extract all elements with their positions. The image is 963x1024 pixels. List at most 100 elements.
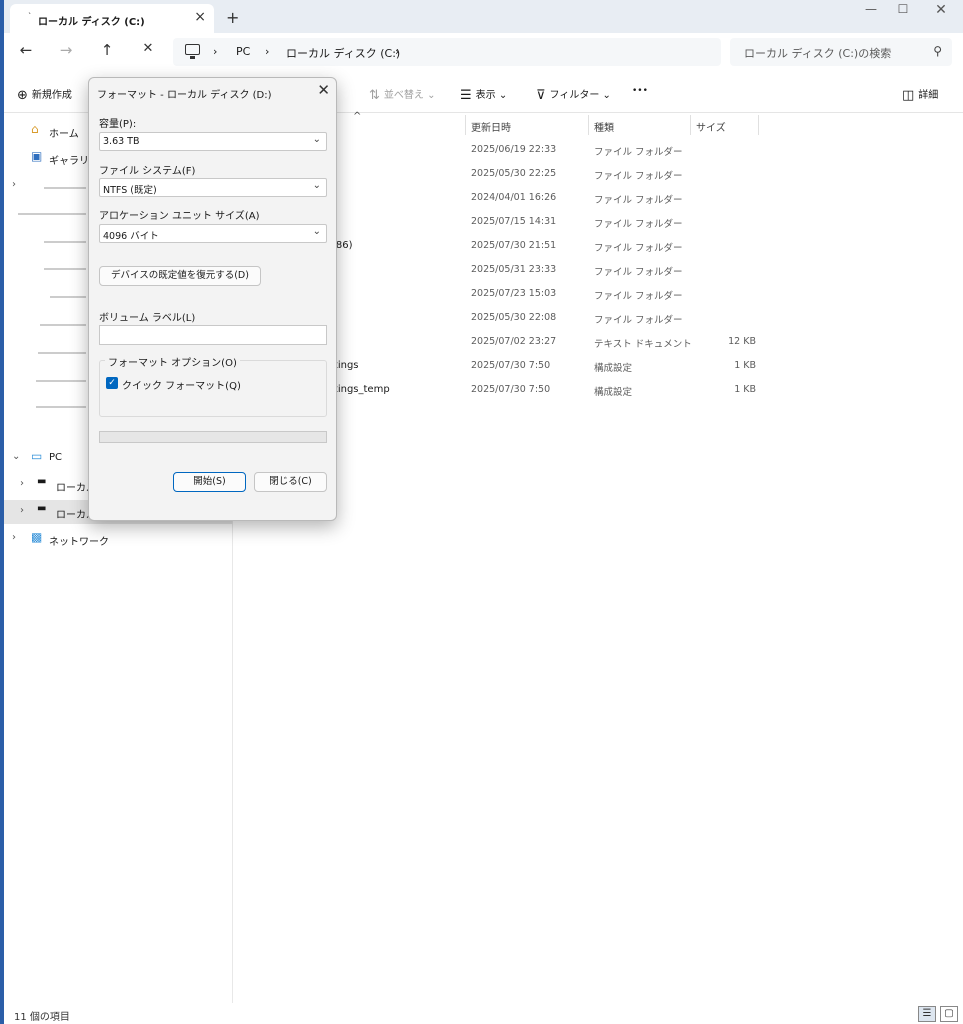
chevron-down-icon: ⌄	[312, 226, 321, 237]
chevron-down-icon: ⌄	[498, 90, 508, 101]
redacted-item	[50, 296, 86, 298]
allocation-label: アロケーション ユニット サイズ(A)	[99, 211, 260, 222]
table-row[interactable]: 2025/05/30 22:08 ファイル フォルダー	[233, 306, 963, 330]
sidebar-item-network[interactable]: › ▩ ネットワーク	[4, 527, 232, 551]
redacted-item	[44, 241, 86, 243]
breadcrumb-pc[interactable]: PC	[236, 45, 250, 58]
redacted-item	[44, 268, 86, 270]
filesystem-select[interactable]: NTFS (既定) ⌄	[99, 178, 327, 197]
sort-indicator-icon: ^	[353, 111, 362, 122]
format-options-legend: フォーマット オプション(O)	[105, 354, 240, 369]
chevron-right-icon: ›	[20, 478, 24, 489]
search-input[interactable]: ローカル ディスク (C:)の検索 ⚲	[730, 38, 952, 66]
column-separator[interactable]	[690, 115, 691, 135]
table-row[interactable]: 2025/07/23 15:03 ファイル フォルダー	[233, 282, 963, 306]
address-bar: ← → ↑ ✕ › PC › ローカル ディスク (C:) › ローカル ディス…	[4, 33, 963, 73]
filesystem-label: ファイル システム(F)	[99, 166, 196, 177]
details-pane-icon: ◫	[902, 88, 915, 103]
redacted-item	[44, 187, 86, 189]
chevron-down-icon: ⌄	[427, 90, 436, 101]
redacted-item	[36, 380, 86, 382]
format-progress-bar	[99, 431, 327, 443]
tab-label: ローカル ディスク (C:)	[38, 17, 145, 28]
drive-icon: ▬	[37, 476, 47, 487]
address-field[interactable]: › PC › ローカル ディスク (C:) ›	[173, 38, 721, 66]
table-row[interactable]: 2025/07/15 14:31 ファイル フォルダー	[233, 210, 963, 234]
details-button[interactable]: ◫ 詳細	[902, 86, 938, 103]
new-button[interactable]: ⊕ 新規作成	[17, 86, 72, 103]
chevron-right-icon: ›	[20, 505, 24, 516]
column-header-modified[interactable]: 更新日時	[471, 119, 511, 134]
chevron-down-icon: ⌄	[12, 451, 21, 462]
volume-label-label: ボリューム ラベル(L)	[99, 313, 196, 324]
redacted-item	[38, 352, 86, 354]
maximize-icon[interactable]: ☐	[888, 2, 918, 16]
start-button[interactable]: 開始(S)	[173, 472, 246, 492]
breadcrumb-separator-icon[interactable]: ›	[395, 45, 399, 58]
back-icon[interactable]: ←	[14, 41, 38, 59]
quick-format-label[interactable]: クイック フォーマット(Q)	[122, 377, 241, 392]
chevron-down-icon: ⌄	[312, 134, 321, 145]
column-separator[interactable]	[465, 115, 466, 135]
gallery-icon: ▣	[31, 149, 43, 163]
capacity-label: 容量(P):	[99, 119, 137, 130]
add-tab-icon[interactable]: +	[226, 8, 239, 27]
close-button[interactable]: 閉じる(C)	[254, 472, 327, 492]
window-close-icon[interactable]: ✕	[926, 2, 956, 18]
status-bar: 11 個の項目 ☰ ▢	[4, 1003, 963, 1024]
redacted-item	[40, 324, 86, 326]
chevron-down-icon: ⌄	[312, 180, 321, 191]
view-icon: ☰	[460, 88, 472, 103]
table-row[interactable]: x86) 2025/07/30 21:51 ファイル フォルダー	[233, 234, 963, 258]
forward-icon[interactable]: →	[54, 41, 78, 59]
allocation-select[interactable]: 4096 バイト ⌄	[99, 224, 327, 243]
table-row[interactable]: ttings 2025/07/30 7:50 構成設定 1 KB	[233, 354, 963, 378]
table-row[interactable]: 2025/05/30 22:25 ファイル フォルダー	[233, 162, 963, 186]
table-row[interactable]: 2024/04/01 16:26 ファイル フォルダー	[233, 186, 963, 210]
capacity-select[interactable]: 3.63 TB ⌄	[99, 132, 327, 151]
drive-icon: ▬	[37, 503, 47, 514]
network-icon: ▩	[31, 530, 43, 544]
chevron-down-icon: ⌄	[602, 90, 611, 101]
filter-button[interactable]: ⊽ フィルター ⌄	[536, 86, 611, 103]
quick-format-checkbox[interactable]: ✓	[106, 377, 118, 389]
tab-local-disk[interactable]: ˋ ローカル ディスク (C:) ×	[10, 4, 214, 33]
close-icon[interactable]: ✕	[317, 81, 330, 99]
breadcrumb-separator-icon[interactable]: ›	[213, 45, 217, 58]
tab-bar: ˋ ローカル ディスク (C:) × + — ☐ ✕	[4, 0, 963, 33]
breadcrumb-local-disk[interactable]: ローカル ディスク (C:)	[286, 45, 400, 61]
pc-icon	[185, 44, 200, 59]
close-icon[interactable]: ×	[194, 9, 206, 25]
column-header-type[interactable]: 種類	[594, 119, 614, 134]
minimize-icon[interactable]: —	[856, 2, 886, 16]
breadcrumb-separator-icon[interactable]: ›	[265, 45, 269, 58]
search-placeholder: ローカル ディスク (C:)の検索	[744, 47, 892, 60]
table-row[interactable]: ttings_temp 2025/07/30 7:50 構成設定 1 KB	[233, 378, 963, 402]
drive-icon: ˋ	[28, 12, 32, 21]
search-icon: ⚲	[933, 44, 942, 58]
redacted-item	[36, 406, 86, 408]
filter-icon: ⊽	[536, 88, 546, 103]
column-separator[interactable]	[588, 115, 589, 135]
item-count: 11 個の項目	[14, 1012, 70, 1023]
column-separator[interactable]	[758, 115, 759, 135]
plus-circle-icon: ⊕	[17, 88, 28, 103]
sort-button[interactable]: ⇅ 並べ替え ⌄	[369, 86, 435, 103]
stop-icon[interactable]: ✕	[136, 41, 160, 56]
restore-defaults-button[interactable]: デバイスの既定値を復元する(D)	[99, 266, 261, 286]
table-row[interactable]: 2025/05/31 23:33 ファイル フォルダー	[233, 258, 963, 282]
chevron-right-icon: ›	[12, 179, 16, 190]
more-button[interactable]: •••	[632, 86, 648, 96]
table-row[interactable]: 2025/06/19 22:33 ファイル フォルダー	[233, 138, 963, 162]
dialog-title: フォーマット - ローカル ディスク (D:)	[97, 90, 272, 101]
home-icon: ⌂	[31, 122, 39, 136]
column-header-size[interactable]: サイズ	[696, 119, 726, 134]
sort-icon: ⇅	[369, 88, 380, 103]
view-button[interactable]: ☰ 表示 ⌄	[460, 86, 507, 103]
table-row[interactable]: 2025/07/02 23:27 テキスト ドキュメント 12 KB	[233, 330, 963, 354]
file-list: ^ 更新日時 種類 サイズ 2025/06/19 22:33 ファイル フォルダー…	[233, 111, 963, 1003]
tiles-view-icon[interactable]: ▢	[940, 1006, 958, 1022]
volume-label-input[interactable]	[99, 325, 327, 345]
up-icon[interactable]: ↑	[95, 41, 119, 59]
details-view-icon[interactable]: ☰	[918, 1006, 936, 1022]
